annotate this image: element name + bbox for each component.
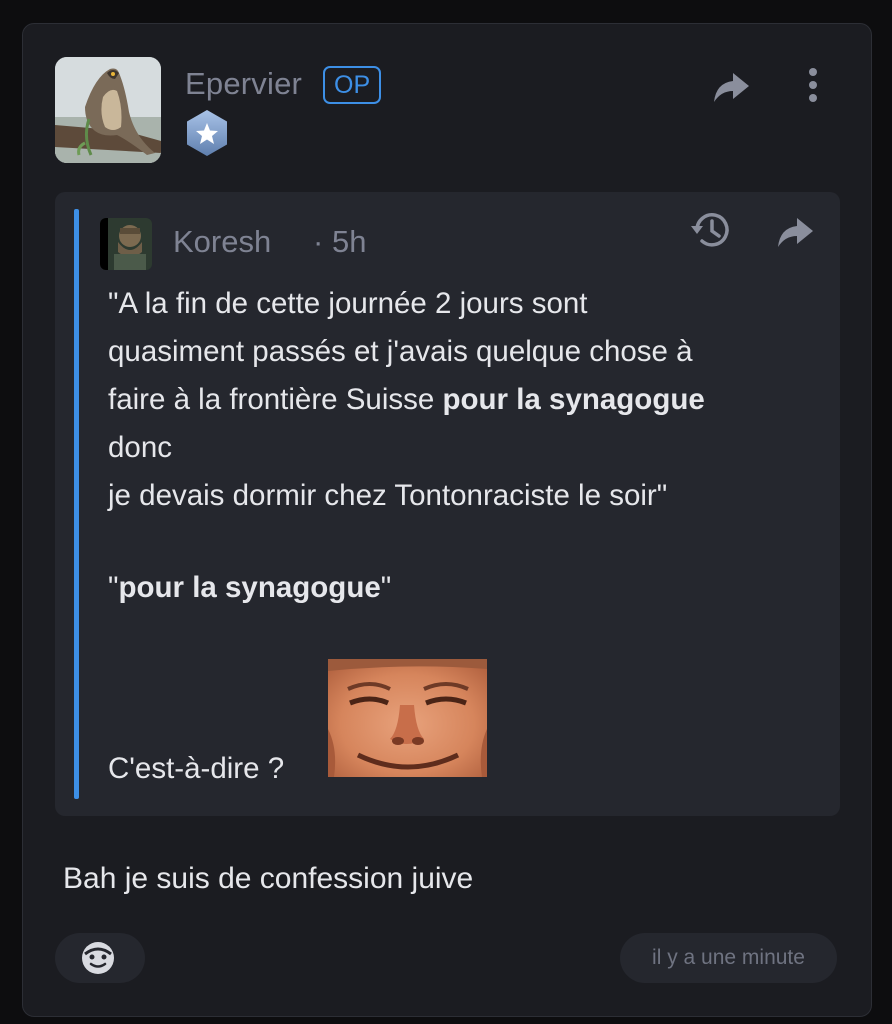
author-avatar[interactable] bbox=[55, 57, 161, 163]
quote-body: "A la fin de cette journée 2 jours sont … bbox=[108, 280, 818, 520]
quote-time-value: 5h bbox=[331, 224, 367, 259]
quote-emphasis-line: "pour la synagogue" bbox=[108, 564, 391, 612]
reply-text: Bah je suis de confession juive bbox=[63, 862, 474, 895]
smiling-face-sticker bbox=[328, 659, 487, 777]
quote-line-3-text: faire à la frontière Suisse bbox=[108, 383, 443, 416]
share-arrow-icon[interactable] bbox=[711, 69, 751, 105]
face-sticker-image bbox=[328, 659, 487, 777]
op-badge: OP bbox=[323, 66, 382, 104]
quote-line-3-bold: pour la synagogue bbox=[442, 383, 705, 416]
quoted-message: Koresh · 5h "A la fin de cette journée 2… bbox=[55, 192, 840, 816]
post-timestamp[interactable]: il y a une minute bbox=[620, 933, 837, 983]
quote-line-5: je devais dormir chez Tontonraciste le s… bbox=[108, 479, 668, 512]
post-card: Epervier OP Koresh · 5h "A la fin de cet… bbox=[22, 23, 872, 1017]
quote-mark-open: " bbox=[108, 571, 119, 604]
quote-line-2: quasiment passés et j'avais quelque chos… bbox=[108, 335, 693, 368]
emoji-face-icon bbox=[82, 942, 114, 974]
reaction-button[interactable] bbox=[55, 933, 145, 983]
quote-line-4: donc bbox=[108, 431, 172, 464]
hexagon-star-icon bbox=[187, 110, 227, 156]
author-name[interactable]: Epervier bbox=[185, 66, 302, 102]
quote-accent-bar bbox=[74, 209, 79, 799]
quote-last-line: C'est-à-dire ? bbox=[108, 752, 285, 785]
quote-mark-close: " bbox=[380, 571, 392, 604]
quote-author-name[interactable]: Koresh bbox=[173, 224, 271, 260]
quote-author-avatar[interactable] bbox=[100, 218, 152, 270]
quote-timestamp: · 5h bbox=[313, 224, 366, 260]
quote-separator: · bbox=[313, 224, 324, 259]
quote-emphasis-bold: pour la synagogue bbox=[118, 571, 381, 604]
quote-line-3: faire à la frontière Suisse pour la syna… bbox=[108, 376, 818, 424]
vertical-dots-icon[interactable] bbox=[803, 66, 823, 106]
hawk-avatar-image bbox=[55, 57, 161, 163]
share-arrow-icon[interactable] bbox=[775, 214, 815, 250]
quote-line-1: "A la fin de cette journée 2 jours sont bbox=[108, 287, 588, 320]
koresh-avatar-image bbox=[100, 218, 152, 270]
history-clock-icon[interactable] bbox=[689, 208, 733, 252]
